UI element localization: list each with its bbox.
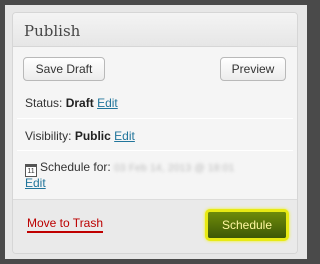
- preview-button[interactable]: Preview: [220, 57, 286, 81]
- save-draft-button[interactable]: Save Draft: [23, 57, 105, 81]
- schedule-button-label: Schedule: [208, 212, 286, 238]
- schedule-date-obscured: 03 Feb 14, 2013 @ 18:01: [114, 163, 235, 174]
- visibility-label: Visibility:: [25, 129, 72, 143]
- schedule-label: Schedule for:: [40, 160, 111, 174]
- divider: [17, 150, 293, 151]
- move-to-trash-link[interactable]: Move to Trash: [27, 216, 104, 233]
- publish-panel: Publish Save Draft Preview Status: Draft…: [12, 12, 298, 254]
- schedule-edit-link[interactable]: Edit: [25, 176, 46, 190]
- panel-title: Publish: [13, 13, 297, 47]
- schedule-row: 11 Schedule for: 03 Feb 14, 2013 @ 18:01: [25, 160, 235, 177]
- status-row: Status: Draft Edit: [25, 96, 118, 110]
- schedule-button[interactable]: Schedule: [205, 209, 289, 241]
- divider: [17, 118, 293, 119]
- visibility-row: Visibility: Public Edit: [25, 129, 135, 143]
- status-value: Draft: [65, 96, 94, 110]
- status-label: Status:: [25, 96, 63, 110]
- visibility-edit-link[interactable]: Edit: [114, 129, 135, 143]
- status-edit-link[interactable]: Edit: [97, 96, 118, 110]
- publish-footer: Move to Trash Schedule: [13, 199, 297, 253]
- visibility-value: Public: [74, 129, 111, 143]
